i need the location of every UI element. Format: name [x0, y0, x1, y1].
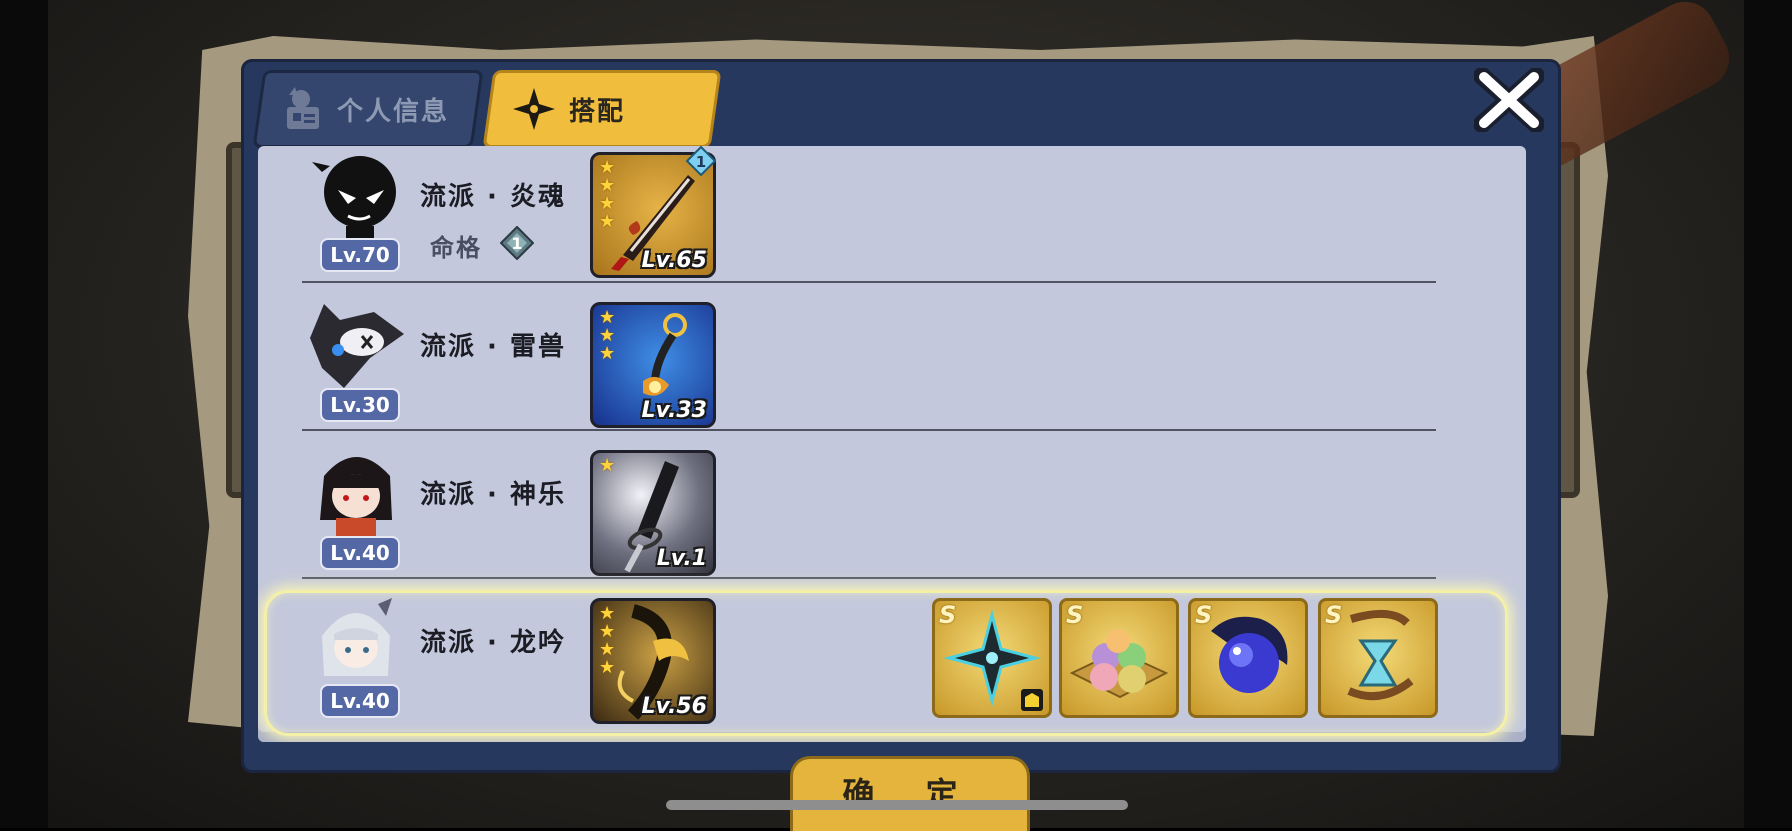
grade-label: S: [1325, 601, 1343, 629]
list-item[interactable]: Lv.40 流派 · 神乐 ★ Lv.1: [258, 442, 1526, 590]
weapon-level: Lv.65: [641, 248, 707, 273]
letterbox-right: [1744, 0, 1792, 828]
fate-badge-icon[interactable]: 1: [500, 226, 534, 260]
fate-badge-value: 1: [511, 234, 522, 253]
school-name: 流派 · 炎魂: [420, 182, 566, 212]
weapon-level: Lv.1: [656, 546, 707, 571]
close-button[interactable]: [1473, 67, 1545, 133]
weapon-level: Lv.56: [641, 694, 707, 719]
fate-label: 命格: [430, 234, 482, 262]
equipment-slot-2[interactable]: S: [1059, 598, 1179, 718]
tab-profile[interactable]: 个人信息: [252, 70, 484, 148]
loadout-list[interactable]: Lv.70 流派 · 炎魂 命格 1 ★ ★ ★ ★ Lv.65 1 Lv.30…: [258, 146, 1526, 742]
grade-label: S: [1195, 601, 1213, 629]
school-name: 流派 · 雷兽: [420, 332, 566, 362]
row-divider: [302, 281, 1436, 283]
weapon-slot[interactable]: ★ ★ ★ Lv.33: [590, 302, 716, 428]
weapon-slot[interactable]: ★ ★ ★ ★ Lv.56: [590, 598, 716, 724]
avatar-kagura: [320, 457, 392, 536]
weapon-stars: ★: [599, 457, 615, 475]
level-badge: Lv.30: [320, 388, 400, 422]
grade-label: S: [939, 601, 957, 629]
weapon-slot[interactable]: ★ Lv.1: [590, 450, 716, 576]
star-icon: ★: [599, 343, 616, 364]
weapon-stars: ★ ★ ★: [599, 309, 615, 363]
school-name: 流派 · 龙吟: [420, 628, 566, 658]
grade-label: S: [1066, 601, 1084, 629]
star-icon: ★: [599, 455, 616, 476]
level-badge: Lv.40: [320, 684, 400, 718]
weapon-level: Lv.33: [641, 398, 707, 423]
row-divider: [302, 577, 1436, 579]
level-badge: Lv.40: [320, 536, 400, 570]
tab-loadout[interactable]: 搭配: [482, 70, 722, 148]
letterbox-left: [0, 0, 48, 828]
shuriken-icon: [513, 88, 555, 130]
confirm-button[interactable]: 确 定: [790, 756, 1030, 831]
equipment-slot-1[interactable]: S: [932, 598, 1052, 718]
equipment-slot-3[interactable]: S: [1188, 598, 1308, 718]
equipment-slot-4[interactable]: S: [1318, 598, 1438, 718]
level-badge: Lv.70: [320, 238, 400, 272]
weapon-stars: ★ ★ ★ ★: [599, 159, 615, 231]
row-divider: [302, 429, 1436, 431]
avatar-dragon-chant: [322, 598, 392, 676]
avatar-flame-soul: [312, 156, 396, 242]
close-icon: [1473, 67, 1545, 133]
school-name: 流派 · 神乐: [420, 480, 566, 510]
star-icon: ★: [599, 657, 616, 678]
star-icon: ★: [599, 211, 616, 232]
avatar-thunder-beast: [310, 304, 404, 388]
list-item[interactable]: Lv.30 流派 · 雷兽 ★ ★ ★ Lv.33: [258, 294, 1526, 442]
weapon-rank-badge-value: 1: [696, 153, 706, 171]
weapon-rank-badge-icon: 1: [686, 146, 716, 176]
tab-loadout-label: 搭配: [569, 96, 626, 127]
home-indicator[interactable]: [666, 800, 1128, 810]
list-item-selected[interactable]: Lv.40 流派 · 龙吟 ★ ★ ★ ★ Lv.56 S S S S: [258, 586, 1526, 736]
weapon-stars: ★ ★ ★ ★: [599, 605, 615, 677]
tab-profile-label: 个人信息: [337, 96, 450, 127]
list-item[interactable]: Lv.70 流派 · 炎魂 命格 1 ★ ★ ★ ★ Lv.65 1: [258, 146, 1526, 294]
profile-card-icon: [287, 87, 319, 129]
